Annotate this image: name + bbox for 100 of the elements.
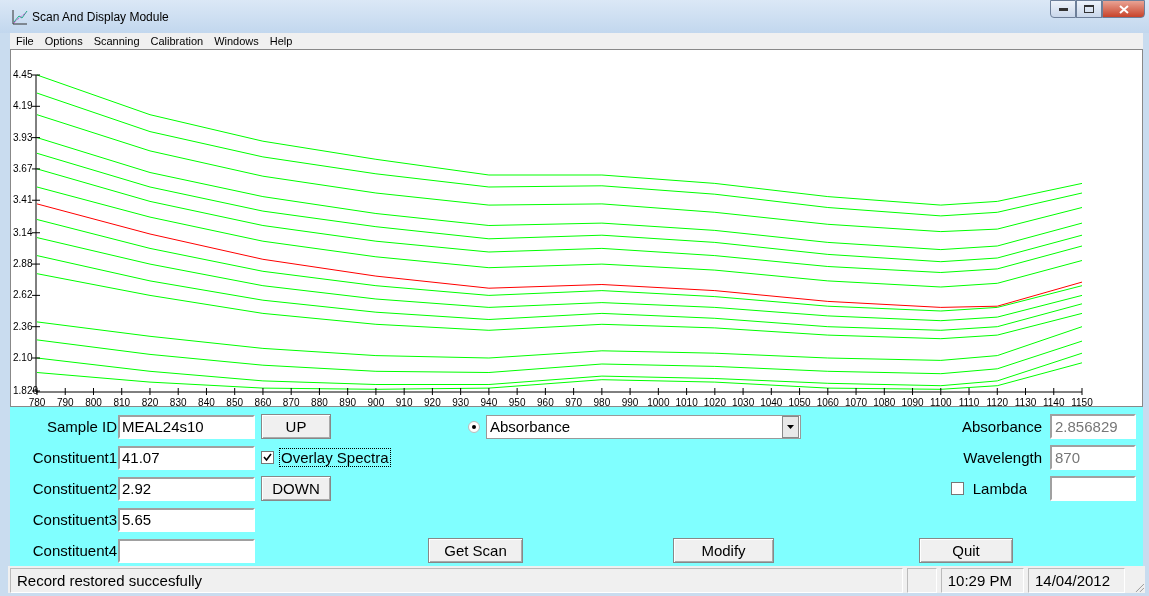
line-series [36, 186, 1083, 288]
line-series [36, 362, 1083, 390]
menu-item[interactable]: File [12, 35, 41, 48]
modify-button[interactable]: Modify [673, 538, 774, 564]
y-tick-label: 4.45 [13, 69, 33, 81]
x-tick-label: 850 [226, 397, 244, 407]
checkbox[interactable] [950, 482, 964, 496]
line-series [36, 114, 1083, 233]
x-tick-label: 1050 [788, 397, 811, 407]
x-tick-label: 1100 [930, 397, 952, 407]
field-label: Constituent2 [31, 480, 118, 498]
x-tick-label: 960 [537, 397, 554, 407]
status-date: 14/04/2012 [1028, 568, 1126, 593]
menu-item[interactable]: Options [40, 35, 90, 48]
checkbox-label[interactable]: Lambda [972, 480, 1027, 498]
x-tick-label: 880 [311, 397, 328, 407]
x-tick-label: 920 [424, 397, 441, 407]
close-button[interactable] [1102, 0, 1145, 18]
window-title: Scan And Display Module [32, 9, 170, 24]
x-tick-label: 940 [480, 397, 498, 407]
y-tick-label: 2.88 [13, 258, 33, 270]
y-tick-label: 3.41 [13, 194, 33, 206]
radio-button[interactable] [468, 420, 480, 433]
status-message: Record restored succesfully [10, 568, 903, 593]
x-tick-label: 980 [593, 397, 611, 407]
x-tick-label: 1060 [816, 397, 839, 407]
x-tick-label: 990 [621, 397, 639, 407]
x-tick-label: 930 [452, 397, 469, 407]
x-tick-label: 1000 [647, 397, 670, 407]
y-tick-label: 2.10 [13, 352, 33, 364]
line-series [36, 153, 1083, 263]
status-time: 10:29 PM [940, 568, 1024, 593]
constituent-field[interactable] [118, 538, 255, 563]
constituent-field[interactable]: 5.65 [118, 507, 255, 532]
line-series [36, 137, 1083, 251]
x-tick-label: 1070 [844, 397, 868, 407]
resize-grip-icon [1133, 581, 1145, 593]
field-label: Absorbance [961, 418, 1042, 436]
checkbox[interactable] [261, 451, 274, 465]
x-tick-label: 890 [339, 397, 356, 407]
x-tick-label: 1090 [901, 397, 924, 407]
menu-item[interactable]: Calibration [146, 35, 211, 48]
line-series [36, 339, 1083, 375]
x-tick-label: 1110 [958, 397, 980, 407]
down-button[interactable]: DOWN [261, 476, 331, 502]
x-tick-label: 950 [508, 397, 526, 407]
checkbox-label[interactable]: Overlay Spectra [280, 449, 390, 467]
x-tick-label: 1150 [1071, 397, 1093, 407]
lambda-field[interactable] [1050, 476, 1136, 502]
x-tick-label: 1140 [1043, 397, 1065, 407]
maximize-button[interactable] [1076, 0, 1102, 18]
line-series [36, 74, 1083, 206]
sample-id-field[interactable]: MEAL24s10 [118, 414, 255, 439]
constituent-field[interactable]: 2.92 [118, 476, 255, 501]
x-tick-label: 1030 [731, 397, 755, 407]
caret-icon [787, 424, 794, 429]
x-tick-label: 820 [141, 397, 159, 407]
mode-dropdown[interactable]: Absorbance [486, 414, 801, 439]
y-tick-label: 1.826 [13, 385, 39, 397]
x-tick-label: 870 [282, 397, 300, 407]
status-panel [906, 568, 937, 593]
field-label: Wavelength [963, 449, 1042, 467]
x-tick-label: 840 [198, 397, 215, 407]
up-button[interactable]: UP [261, 414, 331, 440]
line-series [36, 237, 1083, 322]
line-series [36, 219, 1083, 312]
x-tick-label: 910 [395, 397, 413, 407]
maximize-icon [1084, 5, 1094, 13]
minimize-icon [1058, 7, 1068, 11]
x-tick-label: 810 [113, 397, 131, 407]
y-tick-label: 3.93 [13, 131, 33, 143]
y-tick-label: 2.62 [13, 289, 33, 301]
y-tick-label: 3.67 [13, 163, 33, 175]
menu-item[interactable]: Windows [210, 35, 266, 48]
x-tick-label: 970 [565, 397, 582, 407]
x-tick-label: 800 [85, 397, 102, 407]
line-series [36, 321, 1083, 362]
x-tick-label: 1010 [675, 397, 698, 407]
y-tick-label: 3.14 [13, 226, 33, 238]
minimize-button[interactable] [1050, 0, 1076, 18]
x-tick-label: 790 [56, 397, 74, 407]
x-tick-label: 1020 [703, 397, 726, 407]
line-series [36, 273, 1083, 340]
close-icon [1118, 4, 1129, 14]
y-tick-label: 2.36 [13, 320, 33, 332]
x-tick-label: 1120 [986, 397, 1009, 407]
menu-item[interactable]: Scanning [89, 35, 147, 48]
x-tick-label: 860 [254, 397, 272, 407]
quit-button[interactable]: Quit [919, 538, 1013, 564]
line-series [36, 203, 1083, 309]
field-label: Sample ID [45, 418, 118, 436]
line-series [36, 92, 1083, 217]
get-scan-button[interactable]: Get Scan [428, 538, 523, 564]
field-label: Constituent3 [31, 511, 118, 529]
x-tick-label: 830 [169, 397, 187, 407]
x-tick-label: 1130 [1014, 397, 1037, 407]
x-tick-label: 900 [367, 397, 385, 407]
y-tick-label: 4.19 [13, 100, 33, 112]
constituent-field[interactable]: 41.07 [118, 445, 255, 470]
menu-item[interactable]: Help [265, 35, 300, 48]
